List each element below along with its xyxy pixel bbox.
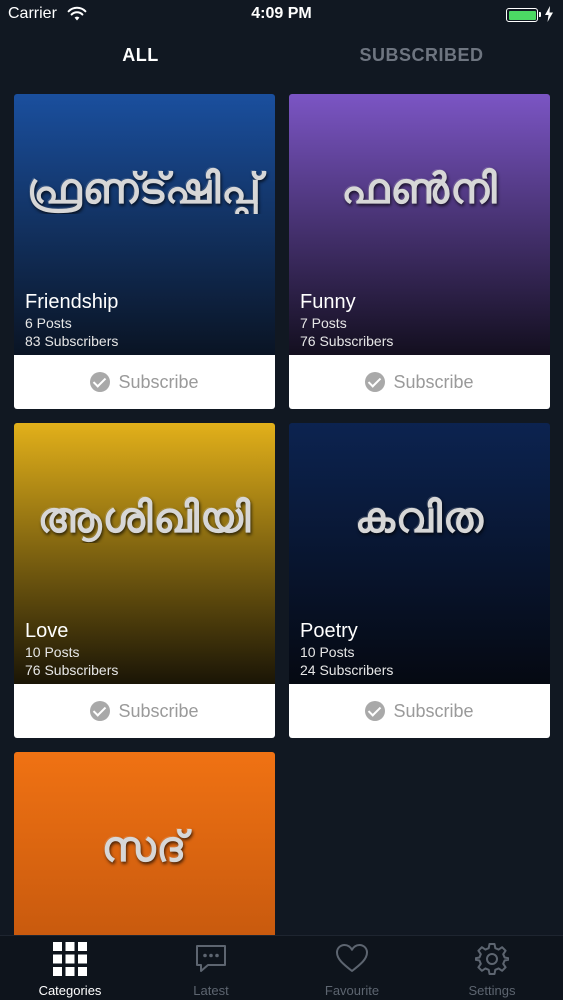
heart-icon [336, 944, 368, 972]
category-posts: 10 Posts [25, 644, 80, 660]
bottom-tab-bar: Categories Latest Favourite Settings [0, 935, 563, 1000]
battery-level [508, 10, 536, 20]
category-image[interactable]: ഫൺനി Funny 7 Posts 76 Subscribers [289, 94, 550, 355]
category-card-poetry[interactable]: കവിത Poetry 10 Posts 24 Subscribers Subs… [289, 423, 550, 738]
check-circle-icon [90, 701, 111, 721]
category-card-friendship[interactable]: ഫ്രണ്ട്ഷിപ്പ് Friendship 6 Posts 83 Subs… [14, 94, 275, 409]
check-circle-icon [365, 701, 386, 721]
category-script-title: ഫൺനി [341, 164, 498, 213]
category-title: Love [25, 620, 69, 642]
category-posts: 6 Posts [25, 315, 72, 331]
category-posts: 10 Posts [300, 644, 355, 660]
category-image[interactable]: ഫ്രണ്ട്ഷിപ്പ് Friendship 6 Posts 83 Subs… [14, 94, 275, 355]
battery-icon [506, 8, 541, 22]
tab-latest[interactable]: Latest [141, 936, 281, 1000]
chat-bubble-icon [196, 945, 226, 972]
subscribe-label: Subscribe [118, 371, 199, 392]
gear-icon [475, 943, 509, 975]
category-card-love[interactable]: ആശിഖിയി Love 10 Posts 76 Subscribers Sub… [14, 423, 275, 738]
category-subscribers: 24 Subscribers [300, 662, 394, 678]
category-meta: Love 10 Posts 76 Subscribers [25, 619, 118, 679]
category-image[interactable]: സദ് [14, 752, 275, 935]
subscribe-label: Subscribe [118, 700, 199, 721]
tab-all[interactable]: ALL [0, 36, 281, 74]
tab-settings[interactable]: Settings [422, 936, 562, 1000]
category-meta: Friendship 6 Posts 83 Subscribers [25, 290, 118, 350]
category-title: Poetry [300, 620, 358, 642]
check-circle-icon [365, 372, 386, 392]
category-script-title: സദ് [101, 822, 188, 871]
category-image[interactable]: കവിത Poetry 10 Posts 24 Subscribers [289, 423, 550, 684]
category-subscribers: 76 Subscribers [300, 333, 394, 349]
category-grid[interactable]: ഫ്രണ്ട്ഷിപ്പ് Friendship 6 Posts 83 Subs… [0, 0, 563, 935]
subscribe-label: Subscribe [393, 700, 474, 721]
tab-label: Favourite [324, 983, 380, 998]
category-subscribers: 76 Subscribers [25, 662, 119, 678]
category-script-title: കവിത [354, 493, 485, 542]
subscribe-button[interactable]: Subscribe [14, 355, 275, 409]
category-posts: 7 Posts [300, 315, 347, 331]
category-image[interactable]: ആശിഖിയി Love 10 Posts 76 Subscribers [14, 423, 275, 684]
grid-icon [53, 942, 87, 976]
status-bar: Carrier 4:09 PM [0, 0, 563, 30]
charging-bolt-icon [545, 6, 553, 22]
tab-label: Categories [38, 983, 102, 998]
category-script-title: ആശിഖിയി [37, 493, 252, 542]
tab-label: Settings [468, 983, 516, 998]
tab-categories[interactable]: Categories [0, 936, 140, 1000]
category-meta: Funny 7 Posts 76 Subscribers [300, 290, 393, 350]
clock: 4:09 PM [251, 5, 312, 22]
category-title: Funny [300, 291, 356, 313]
category-subscribers: 83 Subscribers [25, 333, 119, 349]
subscribe-button[interactable]: Subscribe [289, 355, 550, 409]
category-card-funny[interactable]: ഫൺനി Funny 7 Posts 76 Subscribers Subscr… [289, 94, 550, 409]
category-script-title: ഫ്രണ്ട്ഷിപ്പ് [27, 164, 262, 213]
tab-subscribed[interactable]: SUBSCRIBED [281, 36, 562, 74]
tab-label: Latest [193, 983, 229, 998]
subscribe-button[interactable]: Subscribe [14, 684, 275, 738]
subscribe-label: Subscribe [393, 371, 474, 392]
subscribe-button[interactable]: Subscribe [289, 684, 550, 738]
top-tabs: ALL SUBSCRIBED [0, 36, 563, 74]
screen: ഫ്രണ്ട്ഷിപ്പ് Friendship 6 Posts 83 Subs… [0, 0, 563, 1000]
category-card-sad[interactable]: സദ് [14, 752, 275, 935]
check-circle-icon [90, 372, 111, 392]
category-title: Friendship [25, 291, 119, 313]
category-meta: Poetry 10 Posts 24 Subscribers [300, 619, 393, 679]
tab-favourite[interactable]: Favourite [282, 936, 422, 1000]
